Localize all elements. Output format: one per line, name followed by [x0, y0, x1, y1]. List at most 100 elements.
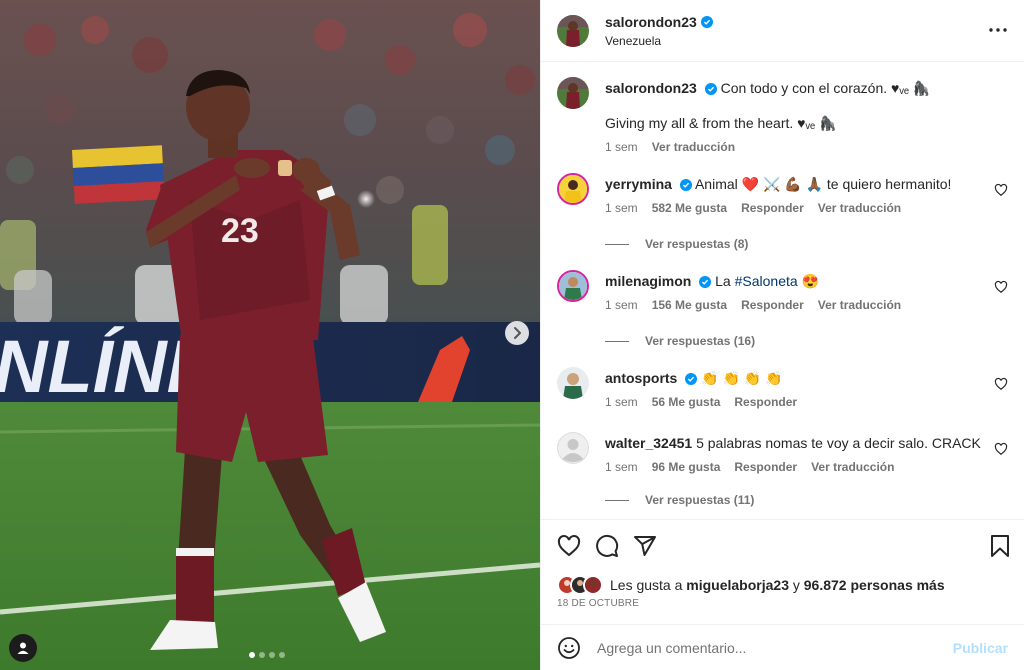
action-bar [541, 519, 1024, 571]
caption-time[interactable]: 1 sem [605, 140, 638, 154]
comment-time[interactable]: 1 sem [605, 460, 638, 474]
post-date[interactable]: 18 DE OCTUBRE [557, 598, 639, 609]
add-comment-bar: Publicar [541, 624, 1024, 670]
default-avatar-icon [557, 432, 589, 464]
comment-likes[interactable]: 582 Me gusta [652, 201, 727, 215]
post-location[interactable]: Venezuela [605, 34, 713, 48]
caption-username[interactable]: salorondon23 [605, 80, 697, 96]
translate-link[interactable]: Ver traducción [811, 460, 894, 474]
bookmark-icon [991, 535, 1009, 557]
view-replies-button[interactable]: Ver respuestas (11) [605, 493, 754, 507]
replies-line [605, 340, 629, 342]
avatar-image [557, 367, 589, 399]
more-icon [989, 28, 1007, 32]
liker-avatar[interactable] [583, 575, 603, 595]
comment-username[interactable]: walter_32451 [605, 435, 692, 451]
comment-likes[interactable]: 56 Me gusta [652, 395, 721, 409]
carousel-dot-active [249, 652, 255, 658]
comment-time[interactable]: 1 sem [605, 395, 638, 409]
publish-button[interactable]: Publicar [953, 640, 1008, 656]
likes-summary: Les gusta a miguelaborja23 y 96.872 pers… [557, 574, 1008, 596]
verified-badge-icon [679, 179, 692, 192]
view-replies-button[interactable]: Ver respuestas (8) [605, 237, 748, 251]
tagged-users-button[interactable] [9, 634, 37, 662]
chevron-right-icon [514, 327, 521, 339]
comment-likes[interactable]: 96 Me gusta [652, 460, 721, 474]
avatar-image [557, 14, 589, 47]
caption-avatar[interactable] [557, 77, 589, 109]
share-icon [634, 536, 656, 556]
comment-text: 👏 👏 👏 👏 [701, 370, 783, 386]
hashtag-link[interactable]: #Saloneta [735, 273, 798, 289]
comment-time[interactable]: 1 sem [605, 201, 638, 215]
author-username[interactable]: salorondon23 [605, 14, 697, 30]
comment-text: 5 palabras nomas te voy a decir salo. CR… [696, 435, 981, 451]
verified-badge-icon [685, 373, 698, 386]
commenter-avatar[interactable] [557, 432, 589, 464]
comment-text: La [715, 273, 735, 289]
user-tag-icon [17, 642, 29, 654]
like-button[interactable] [555, 532, 583, 560]
heart-icon[interactable] [994, 377, 1008, 391]
heart-icon[interactable] [994, 183, 1008, 197]
commenter-avatar[interactable] [557, 173, 589, 205]
reply-button[interactable]: Responder [741, 298, 804, 312]
likes-count[interactable]: 96.872 personas más [804, 577, 945, 593]
comment-input[interactable] [597, 639, 953, 656]
avatar-image [559, 272, 587, 300]
comment-button[interactable] [593, 532, 621, 560]
verified-badge-icon [704, 83, 717, 96]
verified-badge-icon [700, 15, 713, 28]
commenter-avatar[interactable] [557, 367, 589, 399]
reply-button[interactable]: Responder [734, 395, 797, 409]
view-replies-label: Ver respuestas (16) [645, 334, 756, 348]
heart-icon[interactable] [994, 442, 1008, 456]
post-modal: NLÍNE 23 salorondon23 Venezuela salorond… [0, 0, 1024, 670]
emoji-icon[interactable] [557, 636, 581, 660]
author-avatar[interactable] [557, 14, 589, 47]
liker-username[interactable]: miguelaborja23 [686, 577, 789, 593]
carousel-dot [269, 652, 275, 658]
view-replies-label: Ver respuestas (8) [645, 237, 749, 251]
heart-icon[interactable] [994, 280, 1008, 294]
comment-username[interactable]: antosports [605, 370, 677, 386]
comment-likes[interactable]: 156 Me gusta [652, 298, 727, 312]
carousel-dot [279, 652, 285, 658]
comments-list[interactable]: salorondon23 Con todo y con el corazón. … [541, 63, 1024, 518]
translate-link[interactable]: Ver traducción [818, 298, 901, 312]
likes-middle: y [788, 577, 804, 593]
comment-username[interactable]: milenagimon [605, 273, 691, 289]
comment-text: Animal ❤️ ⚔️ 💪🏾 🙏🏾 te quiero hermanito! [694, 176, 952, 192]
reply-button[interactable]: Responder [741, 201, 804, 215]
next-photo-button[interactable] [505, 321, 529, 345]
post-media: NLÍNE 23 [0, 0, 540, 670]
post-side-panel: salorondon23 Venezuela salorondon23 Con … [540, 0, 1024, 670]
heart-icon [557, 535, 581, 557]
carousel-indicator [249, 652, 285, 658]
comment-icon [596, 534, 619, 557]
replies-line [605, 499, 629, 501]
post-photo: NLÍNE 23 [0, 0, 540, 670]
translate-link[interactable]: Ver traducción [818, 201, 901, 215]
post-header: salorondon23 Venezuela [541, 0, 1024, 62]
avatar-image [559, 175, 587, 203]
comment-time[interactable]: 1 sem [605, 298, 638, 312]
replies-line [605, 243, 629, 245]
view-replies-button[interactable]: Ver respuestas (16) [605, 334, 755, 348]
caption-text-english: Giving my all & from the heart. ♥ᵥₑ 🦍 [605, 115, 837, 131]
jersey-number: 23 [221, 212, 259, 250]
comment-username[interactable]: yerrymina [605, 176, 672, 192]
avatar-image [557, 77, 589, 109]
save-button[interactable] [986, 532, 1014, 560]
more-options-button[interactable] [986, 18, 1010, 42]
comment-text-emoji: 😍 [797, 273, 819, 289]
verified-badge-icon [699, 276, 712, 289]
caption-translate-link[interactable]: Ver traducción [652, 140, 735, 154]
caption-text: Con todo y con el corazón. ♥ᵥₑ 🦍 [720, 80, 931, 96]
commenter-avatar[interactable] [557, 270, 589, 302]
likes-prefix: Les gusta a [610, 577, 687, 593]
view-replies-label: Ver respuestas (11) [645, 493, 755, 507]
reply-button[interactable]: Responder [734, 460, 797, 474]
share-button[interactable] [631, 532, 659, 560]
carousel-dot [259, 652, 265, 658]
